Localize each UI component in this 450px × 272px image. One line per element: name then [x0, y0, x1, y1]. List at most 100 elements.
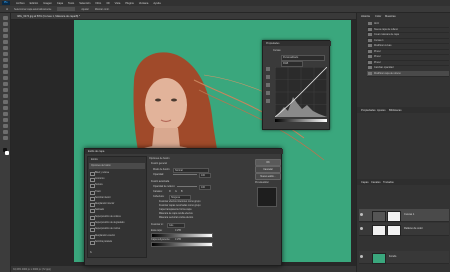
lasso-tool-icon[interactable]	[3, 28, 8, 32]
type-tool-icon[interactable]	[3, 112, 8, 116]
show-controls-option[interactable]: Mostrar contr.	[95, 8, 110, 11]
tab-muestras[interactable]: Muestras	[385, 15, 396, 18]
tab-bibliotecas[interactable]: Bibliotecas	[389, 109, 402, 112]
background-color-swatch[interactable]	[5, 151, 9, 155]
dodge-tool-icon[interactable]	[3, 100, 8, 104]
menu-vista[interactable]: Vista	[115, 2, 121, 5]
menu-archivo[interactable]: Archivo	[16, 2, 25, 5]
curves-tool-icons[interactable]	[265, 66, 271, 111]
move-tool-icon[interactable]	[3, 16, 8, 20]
rectangle-tool-icon[interactable]	[3, 124, 8, 128]
style-item[interactable]: Superposición de motivo	[89, 226, 145, 232]
history-brush-tool-icon[interactable]	[3, 76, 8, 80]
auto-select-dropdown[interactable]	[57, 7, 76, 11]
eyedropper-tool-icon[interactable]	[3, 52, 8, 56]
layer-name[interactable]: Curvas 1	[404, 213, 414, 216]
layer-name[interactable]: Relleno de color	[404, 227, 423, 230]
tab-capas[interactable]: Capas	[361, 181, 369, 184]
layer-mask-thumbnail[interactable]	[387, 210, 401, 222]
menu-ventana[interactable]: Ventana	[139, 2, 149, 5]
crop-tool-icon[interactable]	[3, 40, 8, 44]
menu-seleccion[interactable]: Selección	[79, 2, 90, 5]
style-item-selected[interactable]: Opciones de fusión	[89, 163, 145, 169]
pen-tool-icon[interactable]	[3, 106, 8, 110]
path-select-tool-icon[interactable]	[3, 118, 8, 122]
layer-name[interactable]: Fondo	[389, 255, 396, 258]
menu-ayuda[interactable]: Ayuda	[153, 2, 160, 5]
layer-thumbnail[interactable]	[372, 252, 386, 264]
ok-button[interactable]: OK	[255, 159, 281, 166]
align-option[interactable]: Ajustar	[81, 8, 88, 11]
tab-trazados[interactable]: Trazados	[383, 181, 394, 184]
fx-icon[interactable]: fx	[90, 251, 92, 254]
menu-capa[interactable]: Capa	[57, 2, 63, 5]
option-checkbox[interactable]: Fusionar capas recortadas como grupo	[159, 204, 201, 207]
layer-row[interactable]: Fondo	[359, 251, 449, 264]
fill-opacity-input[interactable]: 100	[199, 184, 211, 190]
new-style-button[interactable]: Nuevo estilo...	[255, 173, 281, 180]
preview-checkbox[interactable]: Previsualizar	[255, 181, 269, 184]
cancel-button[interactable]: Cancelar	[255, 166, 281, 173]
curves-channel-select[interactable]: RGB	[281, 61, 303, 67]
option-checkbox[interactable]: Máscara vectorial oculta efectos	[159, 216, 193, 219]
underlying-layer-gradient-slider[interactable]	[151, 242, 213, 247]
dialog-titlebar[interactable]: Estilo de capa	[85, 149, 283, 154]
style-checkbox[interactable]	[90, 183, 95, 188]
tab-ajustes[interactable]: Ajustes	[377, 109, 386, 112]
style-item[interactable]: Satinado	[89, 207, 145, 213]
tab-historia[interactable]: Historia	[361, 15, 370, 18]
option-checkbox[interactable]: Máscara de capa oculta efectos	[159, 212, 193, 215]
frame-tool-icon[interactable]	[3, 46, 8, 50]
style-checkbox[interactable]	[90, 208, 95, 213]
move-tool-icon[interactable]: ✥	[6, 8, 8, 11]
curves-graph[interactable]	[275, 67, 327, 117]
channel-r-checkbox[interactable]: R	[169, 190, 171, 193]
history-item-selected[interactable]: Modificar capa de relleno	[367, 70, 449, 77]
layer-row[interactable]: Relleno de color	[359, 223, 449, 236]
tab-color[interactable]: Color	[375, 15, 381, 18]
channel-b-checkbox[interactable]: B	[181, 190, 183, 193]
layer-row-selected[interactable]: Curvas 1	[359, 209, 449, 222]
menu-texto[interactable]: Texto	[68, 2, 74, 5]
healing-brush-tool-icon[interactable]	[3, 58, 8, 62]
zoom-tool-icon[interactable]	[3, 136, 8, 140]
eraser-tool-icon[interactable]	[3, 82, 8, 86]
advanced-blending-title: Fusión avanzada	[151, 180, 170, 183]
style-checkbox[interactable]	[90, 240, 95, 245]
menu-edicion[interactable]: Edición	[30, 2, 39, 5]
channel-g-checkbox[interactable]: G	[175, 190, 177, 193]
tab-canales[interactable]: Canales	[371, 181, 381, 184]
clone-stamp-tool-icon[interactable]	[3, 70, 8, 74]
eye-icon[interactable]	[360, 227, 363, 230]
layer-thumbnail[interactable]	[372, 224, 386, 236]
menu-3d[interactable]: 3D	[106, 2, 109, 5]
blend-if-select[interactable]: Gris	[167, 222, 185, 228]
curves-preset-select[interactable]: Personalizado	[281, 55, 325, 61]
menu-plugins[interactable]: Plugins	[125, 2, 134, 5]
document-tab[interactable]: IMG_6274.jpg al 50% (Curvas 1, Máscara d…	[11, 13, 356, 20]
eye-icon[interactable]	[360, 213, 363, 216]
style-item[interactable]: Textura	[89, 182, 145, 188]
blur-tool-icon[interactable]	[3, 94, 8, 98]
option-checkbox[interactable]: Capa transparente forma capa	[159, 208, 191, 211]
eye-icon[interactable]	[360, 255, 363, 258]
brush-tool-icon[interactable]	[3, 64, 8, 68]
style-item[interactable]: Sombra paralela	[89, 239, 145, 245]
menu-filtro[interactable]: Filtro	[95, 2, 101, 5]
layer-mask-thumbnail[interactable]	[387, 224, 401, 236]
properties-titlebar[interactable]: Propiedades	[263, 41, 331, 46]
marquee-tool-icon[interactable]	[3, 22, 8, 26]
photoshop-logo[interactable]: Ps	[2, 1, 10, 5]
style-checkbox[interactable]	[90, 227, 95, 232]
menu-imagen[interactable]: Imagen	[43, 2, 52, 5]
opacity-input[interactable]: 100	[199, 172, 211, 178]
opacity-slider[interactable]	[173, 174, 197, 175]
option-checkbox[interactable]: Fusionar efectos interiores como grupo	[159, 200, 200, 203]
tab-propiedades[interactable]: Propiedades	[361, 109, 376, 112]
quick-select-tool-icon[interactable]	[3, 34, 8, 38]
auto-select-checkbox[interactable]: Seleccionar capa automáticamente	[14, 8, 51, 11]
hand-tool-icon[interactable]	[3, 130, 8, 134]
layer-thumbnail[interactable]	[372, 210, 386, 222]
fill-opacity-slider[interactable]	[177, 186, 197, 187]
gradient-tool-icon[interactable]	[3, 88, 8, 92]
